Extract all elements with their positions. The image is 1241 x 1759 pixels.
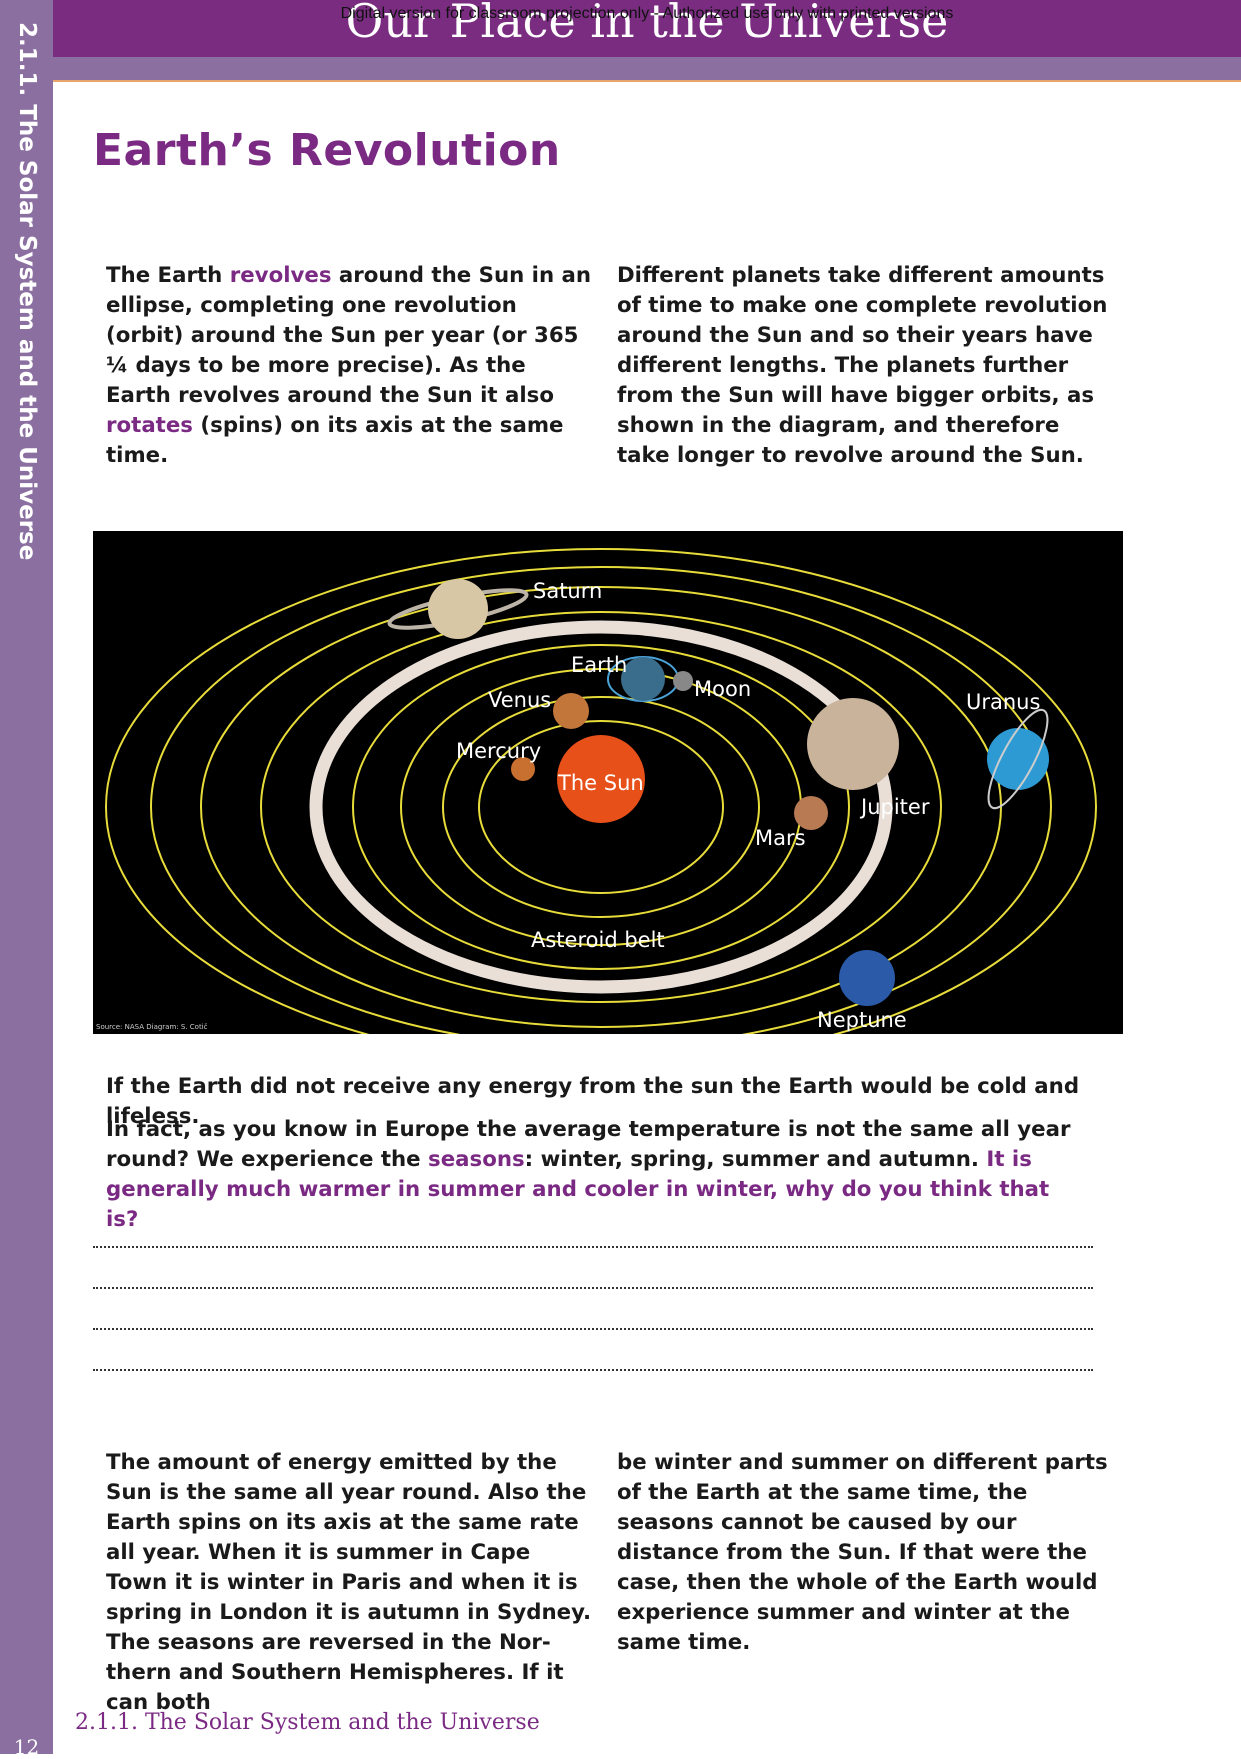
venus-icon [553,693,589,729]
bottom-left-paragraph: The amount of energy emitted by the Sun … [106,1450,592,1715]
header-divider [53,80,1241,82]
seasons-paragraph: In fact, as you know in Europe the avera… [106,1115,1076,1235]
sidebar: 2.1.1. The Solar System and the Universe [0,0,53,1754]
label-moon: Moon [694,677,751,701]
answer-line-1[interactable] [93,1246,1093,1248]
intro-left-paragraph: The Earth revolves around the Sun in an … [106,261,596,471]
jupiter-icon [807,698,899,790]
label-mars: Mars [755,826,806,850]
intro-right-paragraph: Different planets take different amounts… [617,263,1108,468]
page-number: 12 [13,1735,40,1759]
saturn-icon [428,579,488,639]
answer-line-3[interactable] [93,1328,1093,1330]
label-saturn: Saturn [533,579,602,603]
keyword-seasons: seasons [428,1147,525,1172]
label-earth: Earth [571,653,627,677]
solar-system-illustration: Saturn Earth Moon Venus Mercury The Sun … [96,548,1097,1066]
label-uranus: Uranus [966,690,1040,714]
answer-line-2[interactable] [93,1287,1093,1289]
watermark-text: Digital version for classroom projection… [340,5,954,22]
neptune-icon [839,950,895,1006]
keyword-revolves: revolves [229,263,332,288]
footer-section-title: 2.1.1. The Solar System and the Universe [75,1710,540,1735]
label-sun: The Sun [557,771,644,795]
earth-icon [621,657,665,701]
answer-line-4[interactable] [93,1369,1093,1371]
label-jupiter: Jupiter [859,795,930,819]
label-mercury: Mercury [456,739,541,763]
sidebar-section-title: 2.1.1. The Solar System and the Universe [14,22,40,561]
moon-icon [673,671,693,691]
keyword-rotates: rotates [106,413,193,438]
label-venus: Venus [488,688,551,712]
bottom-right-paragraph: be winter and summer on different parts … [617,1450,1108,1655]
label-neptune: Neptune [817,1008,907,1032]
diagram-credit: Source: NASA Diagram: S. Cotič [96,1023,208,1031]
solar-system-diagram: Saturn Earth Moon Venus Mercury The Sun … [93,531,1123,1066]
mars-icon [794,796,828,830]
page-title: Earth’s Revolution [93,125,561,176]
intro-text-1: The Earth [106,263,230,288]
label-asteroid-belt: Asteroid belt [531,928,665,952]
header-subband [53,57,1241,80]
seasons-text-2: : winter, spring, summer and autumn. [524,1147,987,1172]
uranus-icon [987,728,1049,790]
